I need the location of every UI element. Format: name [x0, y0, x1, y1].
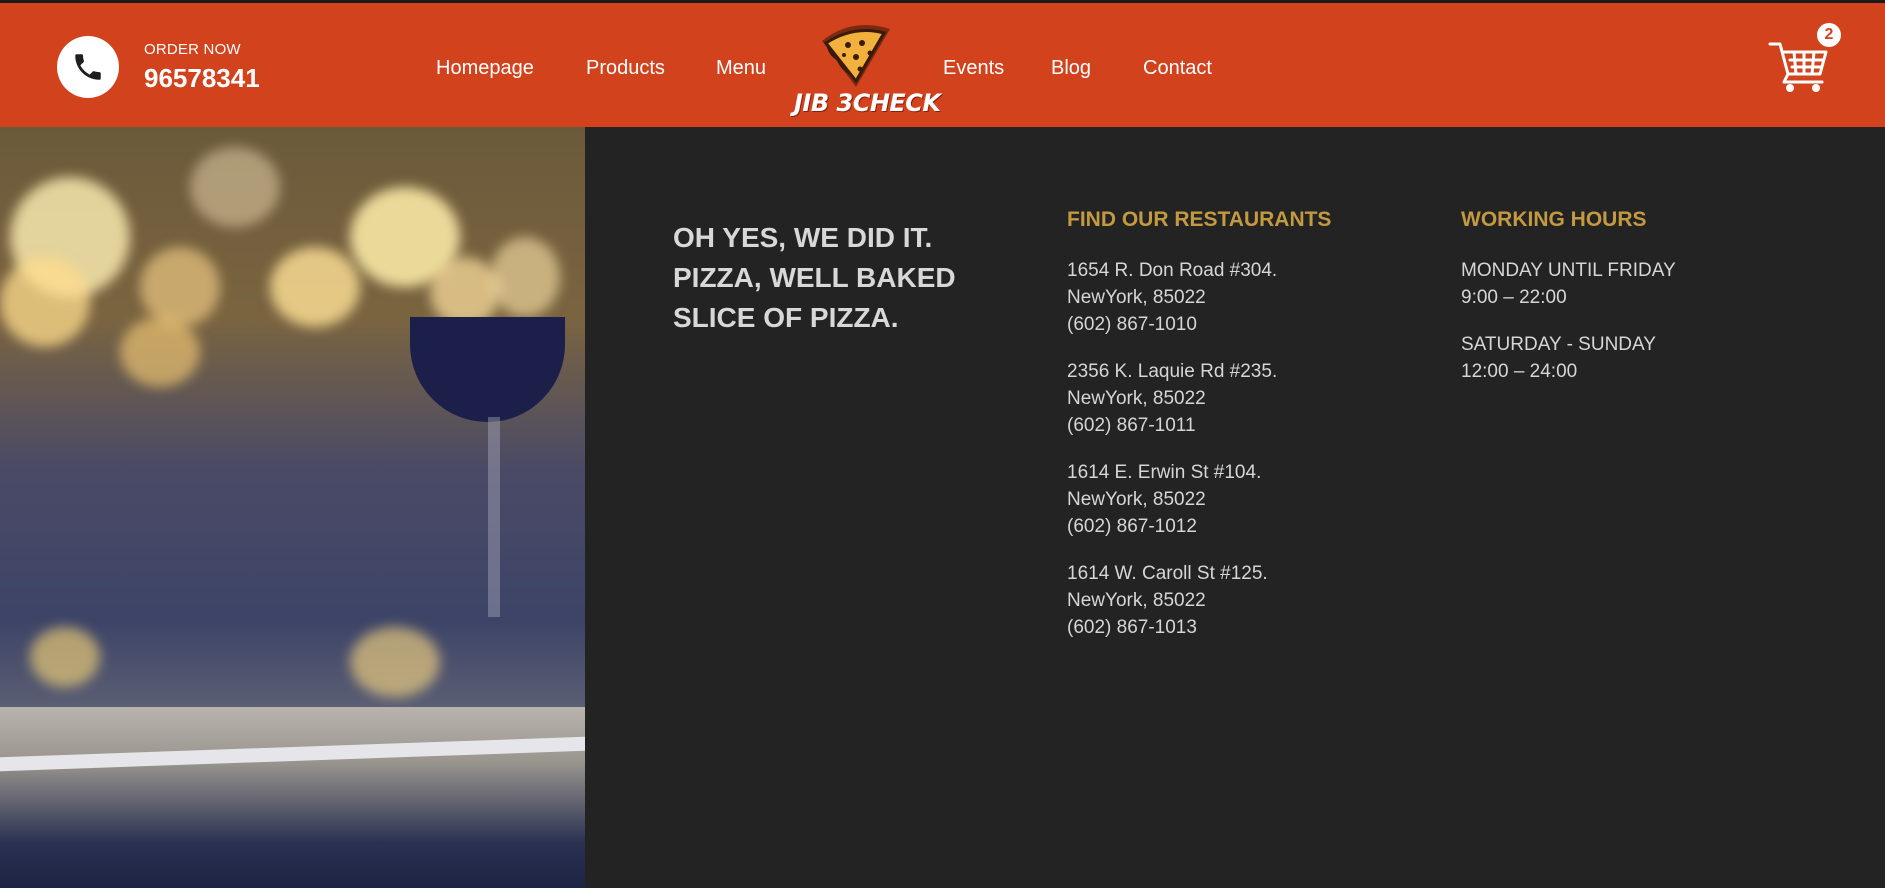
hours-time: 12:00 – 24:00 — [1461, 361, 1578, 382]
hours-days: SATURDAY - SUNDAY — [1461, 334, 1656, 355]
restaurants-title: FIND OUR RESTAURANTS — [1067, 208, 1332, 231]
order-phone-number[interactable]: 96578341 — [144, 63, 260, 94]
address-street: 1614 E. Erwin St #104. — [1067, 462, 1262, 483]
hours-entry: SATURDAY - SUNDAY 12:00 – 24:00 — [1461, 331, 1656, 385]
hours-entry: MONDAY UNTIL FRIDAY 9:00 – 22:00 — [1461, 257, 1676, 311]
address-phone[interactable]: (602) 867-1010 — [1067, 311, 1277, 338]
nav-homepage[interactable]: Homepage — [436, 57, 534, 80]
site-header: ORDER NOW 96578341 Homepage Products Men… — [0, 3, 1885, 127]
nav-menu[interactable]: Menu — [716, 57, 766, 80]
restaurant-address: 2356 K. Laquie Rd #235. NewYork, 85022 (… — [1067, 358, 1277, 439]
heading-line-2: PIZZA, WELL BAKED — [673, 262, 956, 293]
restaurant-photo — [0, 127, 585, 888]
shopping-cart-icon[interactable] — [1768, 38, 1830, 94]
address-city: NewYork, 85022 — [1067, 388, 1206, 409]
hours-time: 9:00 – 22:00 — [1461, 287, 1567, 308]
address-street: 1654 R. Don Road #304. — [1067, 260, 1278, 281]
heading-line-1: OH YES, WE DID IT. — [673, 222, 933, 253]
nav-products[interactable]: Products — [586, 57, 665, 80]
phone-icon[interactable] — [57, 36, 119, 98]
address-street: 2356 K. Laquie Rd #235. — [1067, 361, 1278, 382]
order-now-label: ORDER NOW — [144, 41, 241, 58]
heading-line-3: SLICE OF PIZZA. — [673, 302, 899, 333]
nav-contact[interactable]: Contact — [1143, 57, 1212, 80]
address-city: NewYork, 85022 — [1067, 287, 1206, 308]
restaurant-address: 1614 W. Caroll St #125. NewYork, 85022 (… — [1067, 560, 1268, 641]
address-phone[interactable]: (602) 867-1012 — [1067, 513, 1261, 540]
working-hours-title: WORKING HOURS — [1461, 208, 1647, 231]
hours-days: MONDAY UNTIL FRIDAY — [1461, 260, 1676, 281]
cart-count-badge: 2 — [1817, 23, 1841, 47]
address-phone[interactable]: (602) 867-1013 — [1067, 614, 1268, 641]
restaurant-address: 1614 E. Erwin St #104. NewYork, 85022 (6… — [1067, 459, 1261, 540]
nav-events[interactable]: Events — [943, 57, 1004, 80]
nav-blog[interactable]: Blog — [1051, 57, 1091, 80]
brand-name: JIB 3CHECK — [794, 89, 941, 117]
address-street: 1614 W. Caroll St #125. — [1067, 563, 1268, 584]
address-city: NewYork, 85022 — [1067, 489, 1206, 510]
address-phone[interactable]: (602) 867-1011 — [1067, 412, 1277, 439]
restaurant-address: 1654 R. Don Road #304. NewYork, 85022 (6… — [1067, 257, 1277, 338]
hero-heading: OH YES, WE DID IT. PIZZA, WELL BAKED SLI… — [673, 218, 993, 338]
address-city: NewYork, 85022 — [1067, 590, 1206, 611]
